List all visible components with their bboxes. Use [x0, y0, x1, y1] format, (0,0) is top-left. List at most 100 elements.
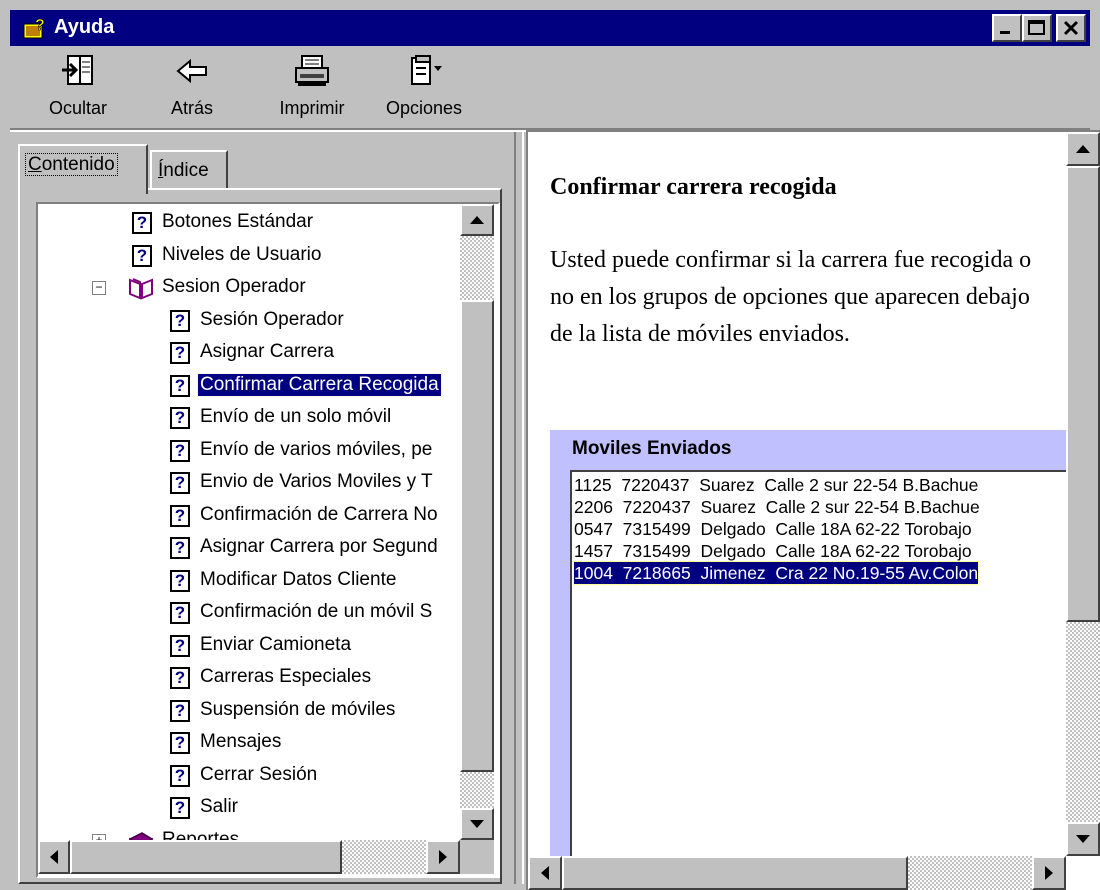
tree-vertical-scrollbar[interactable] [460, 204, 494, 840]
minimize-button[interactable] [992, 14, 1022, 42]
tree-hscroll-thumb[interactable] [70, 840, 342, 874]
tree-item-label: Cerrar Sesión [200, 763, 318, 785]
atras-button[interactable]: Atrás [152, 54, 232, 126]
help-topic-icon: ? [170, 699, 190, 722]
help-topic-icon: ? [170, 439, 190, 462]
topic-scroll-thumb[interactable] [1066, 166, 1100, 622]
printer-icon [295, 55, 329, 86]
pane-splitter[interactable] [512, 132, 526, 884]
help-topic-icon: ? [170, 472, 190, 494]
help-topic-icon: ? [170, 537, 190, 559]
collapse-icon[interactable]: − [92, 281, 106, 295]
moviles-enviados-title: Moviles Enviados [572, 438, 732, 459]
help-topic-icon: ? [170, 602, 190, 624]
close-icon [1063, 20, 1079, 36]
tree-item-label: Envío de un solo móvil [200, 406, 392, 427]
topic-paragraph: Usted puede confirmar si la carrera fue … [550, 247, 1032, 347]
tab-indice[interactable]: Índice [150, 150, 228, 188]
tab-contenido-label: Contenido [25, 153, 118, 176]
maximize-button[interactable] [1022, 14, 1052, 42]
opciones-label: Opciones [385, 98, 463, 118]
tree-item-label: Confirmar Carrera Recogida [197, 372, 442, 397]
help-topic-icon: ? [170, 634, 190, 657]
svg-text:?: ? [35, 17, 45, 34]
tree-item-label: Envío de varios móviles, pe [200, 438, 433, 460]
help-topic-icon: ? [170, 764, 190, 787]
tree-item-label: Salir [200, 796, 239, 817]
open-book-icon [129, 278, 153, 300]
imprimir-button[interactable]: Imprimir [266, 54, 358, 126]
tree-scroll-right-button[interactable] [426, 840, 460, 874]
help-topic-icon: ? [132, 244, 152, 267]
tree-item-label: Niveles de Usuario [162, 243, 322, 265]
tree-horizontal-scrollbar[interactable] [38, 840, 460, 874]
help-topic-icon: ? [170, 504, 190, 527]
tree-scroll-thumb[interactable] [460, 300, 494, 772]
tab-contenido[interactable]: Contenido [18, 144, 148, 194]
moviles-enviados-frame: Moviles Enviados 1125 7220437 Suarez Cal… [550, 430, 1070, 870]
down-arrow-icon [470, 820, 484, 828]
tree-item-label: Carreras Especiales [200, 666, 372, 687]
hide-pane-icon [62, 55, 93, 85]
contents-tree[interactable]: ? Botones Estándar? Niveles de Usuario − Ses… [36, 202, 500, 878]
topic-pane: Confirmar carrera recogida Usted puede c… [526, 130, 1100, 890]
help-topic-icon: ? [170, 797, 190, 819]
tree-scroll-down-button[interactable] [460, 808, 494, 840]
moviles-enviados-list[interactable]: 1125 7220437 Suarez Calle 2 sur 22-54 B.… [570, 470, 1070, 870]
tree-item-label: Asignar Carrera por Segund [200, 536, 438, 557]
tree-item-label: Enviar Camioneta [200, 633, 352, 655]
tree-item-label: Modificar Datos Cliente [200, 568, 397, 590]
tree-item-label: Sesion Operador [162, 276, 306, 297]
tree-item-label: Mensajes [200, 731, 282, 752]
tree-item-label: Asignar Carrera [200, 341, 335, 362]
tree-item-label: Confirmación de un móvil S [200, 601, 433, 622]
tree-item-label: Confirmación de Carrera No [200, 503, 438, 525]
moviles-list-item[interactable]: 0547 7315499 Delgado Calle 18A 62-22 Tor… [574, 518, 972, 540]
tree-item-label: Botones Estándar [162, 211, 314, 232]
close-button[interactable] [1056, 14, 1086, 42]
help-topic-icon: ? [170, 374, 190, 397]
topic-scroll-down-button[interactable] [1066, 822, 1100, 856]
ocultar-label: Ocultar [48, 98, 108, 118]
topic-scroll-up-button[interactable] [1066, 132, 1100, 166]
navigation-pane: Contenido Índice ? Botones Estándar? Nivel… [10, 132, 510, 884]
help-topic-icon: ? [170, 732, 190, 754]
help-topic-icon: ? [170, 342, 190, 364]
left-arrow-icon [541, 866, 549, 880]
topic-hscroll-thumb[interactable] [562, 856, 908, 890]
moviles-list-item[interactable]: 1125 7220437 Suarez Calle 2 sur 22-54 B.… [574, 474, 978, 496]
help-topic-icon: ? [170, 309, 190, 332]
topic-vertical-scrollbar[interactable] [1066, 132, 1100, 856]
maximize-icon [1028, 20, 1045, 35]
help-topic-icon: ? [132, 212, 152, 234]
tree-item-label: Sesión Operador [200, 308, 344, 330]
help-book-icon: ? [23, 17, 45, 39]
moviles-list-item[interactable]: 2206 7220437 Suarez Calle 2 sur 22-54 B.… [574, 496, 980, 518]
right-arrow-icon [1045, 866, 1053, 880]
topic-horizontal-scrollbar[interactable] [528, 856, 1066, 890]
tree-scroll-left-button[interactable] [38, 840, 70, 874]
minimize-icon [1000, 31, 1010, 34]
left-arrow-icon [50, 850, 58, 864]
up-arrow-icon [470, 216, 484, 224]
closed-book-icon [128, 831, 154, 840]
help-topic-icon: ? [170, 569, 190, 592]
moviles-list-item[interactable]: 1457 7315499 Delgado Calle 18A 62-22 Tor… [574, 540, 972, 562]
topic-title: Confirmar carrera recogida [550, 174, 837, 200]
window-title: Ayuda [54, 16, 115, 38]
help-topic-icon: ? [170, 407, 190, 429]
topic-scroll-right-button[interactable] [1032, 856, 1066, 890]
options-icon [411, 55, 442, 85]
scroll-corner [460, 840, 494, 874]
tree-items: ? Botones Estándar? Niveles de Usuario − Ses… [38, 204, 460, 840]
tree-scroll-up-button[interactable] [460, 204, 494, 236]
moviles-list-item[interactable]: 1004 7218665 Jimenez Cra 22 No.19-55 Av.… [572, 561, 980, 585]
title-bar[interactable]: ? Ayuda [10, 10, 1090, 46]
back-arrow-icon [176, 58, 207, 84]
tree-item-label: Envio de Varios Moviles y T [200, 471, 433, 492]
opciones-button[interactable]: Opciones [372, 54, 476, 126]
imprimir-label: Imprimir [279, 98, 345, 118]
up-arrow-icon [1076, 145, 1090, 153]
ocultar-button[interactable]: Ocultar [38, 54, 118, 126]
topic-scroll-left-button[interactable] [528, 856, 562, 890]
